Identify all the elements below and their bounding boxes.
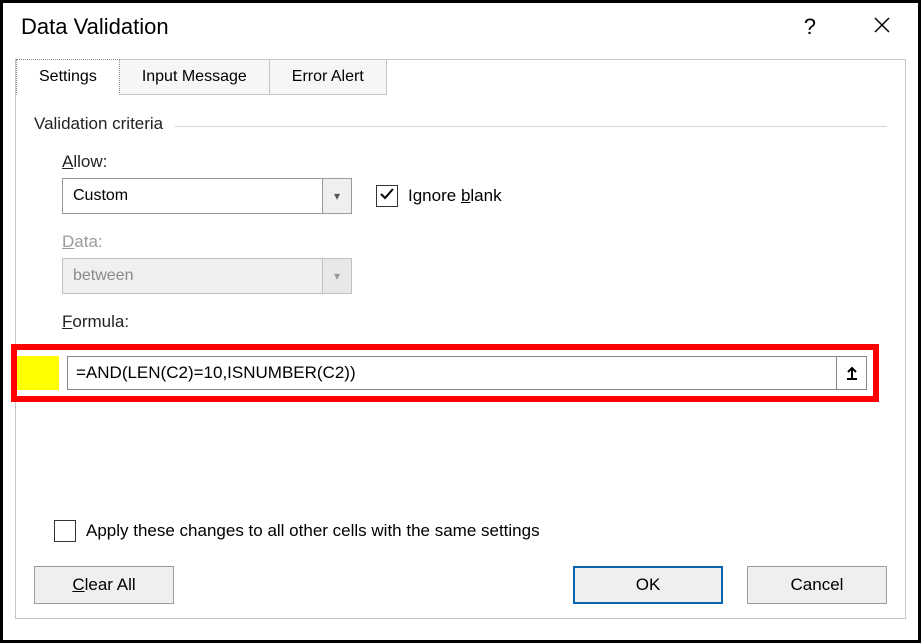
allow-select-value: Custom (62, 178, 322, 214)
tab-input-message[interactable]: Input Message (119, 59, 270, 95)
close-icon[interactable] (864, 11, 900, 43)
help-icon[interactable]: ? (796, 12, 824, 42)
cancel-button[interactable]: Cancel (747, 566, 887, 604)
data-select-value: between (62, 258, 322, 294)
formula-input-wrap (67, 356, 867, 390)
button-row: Clear All OK Cancel (34, 566, 887, 604)
check-icon (379, 186, 395, 207)
dialog-body: Settings Input Message Error Alert Valid… (15, 59, 906, 619)
data-section: Data: between ▾ (62, 232, 887, 294)
data-label: Data: (62, 232, 887, 252)
apply-all-label: Apply these changes to all other cells w… (86, 521, 540, 541)
allow-label: Allow: (62, 152, 887, 172)
yellow-marker (17, 356, 59, 390)
formula-label: Formula: (62, 312, 887, 332)
titlebar-controls: ? (796, 11, 900, 43)
checkbox-box (376, 185, 398, 207)
formula-input[interactable] (68, 357, 836, 389)
ignore-blank-checkbox[interactable]: Ignore blank (376, 185, 502, 207)
clear-all-button[interactable]: Clear All (34, 566, 174, 604)
tab-content: Validation criteria Allow: Custom ▾ (16, 96, 905, 332)
dialog-window: Data Validation ? Settings Input Message… (0, 0, 921, 643)
tab-strip: Settings Input Message Error Alert (16, 59, 905, 95)
ok-button[interactable]: OK (573, 566, 723, 604)
titlebar: Data Validation ? (3, 3, 918, 59)
validation-criteria-legend: Validation criteria (34, 114, 887, 138)
tab-error-alert[interactable]: Error Alert (269, 59, 387, 95)
dialog-title: Data Validation (21, 14, 169, 40)
allow-select[interactable]: Custom ▾ (62, 178, 352, 214)
chevron-down-icon: ▾ (322, 258, 352, 294)
formula-highlight-box (11, 344, 879, 402)
formula-section: Formula: (34, 312, 887, 332)
data-select: between ▾ (62, 258, 352, 294)
allow-section: Allow: Custom ▾ Ignore blank (34, 152, 887, 294)
chevron-down-icon[interactable]: ▾ (322, 178, 352, 214)
checkbox-box (54, 520, 76, 542)
collapse-dialog-icon[interactable] (836, 357, 866, 389)
tab-settings[interactable]: Settings (16, 59, 120, 95)
apply-all-checkbox[interactable]: Apply these changes to all other cells w… (54, 520, 540, 542)
